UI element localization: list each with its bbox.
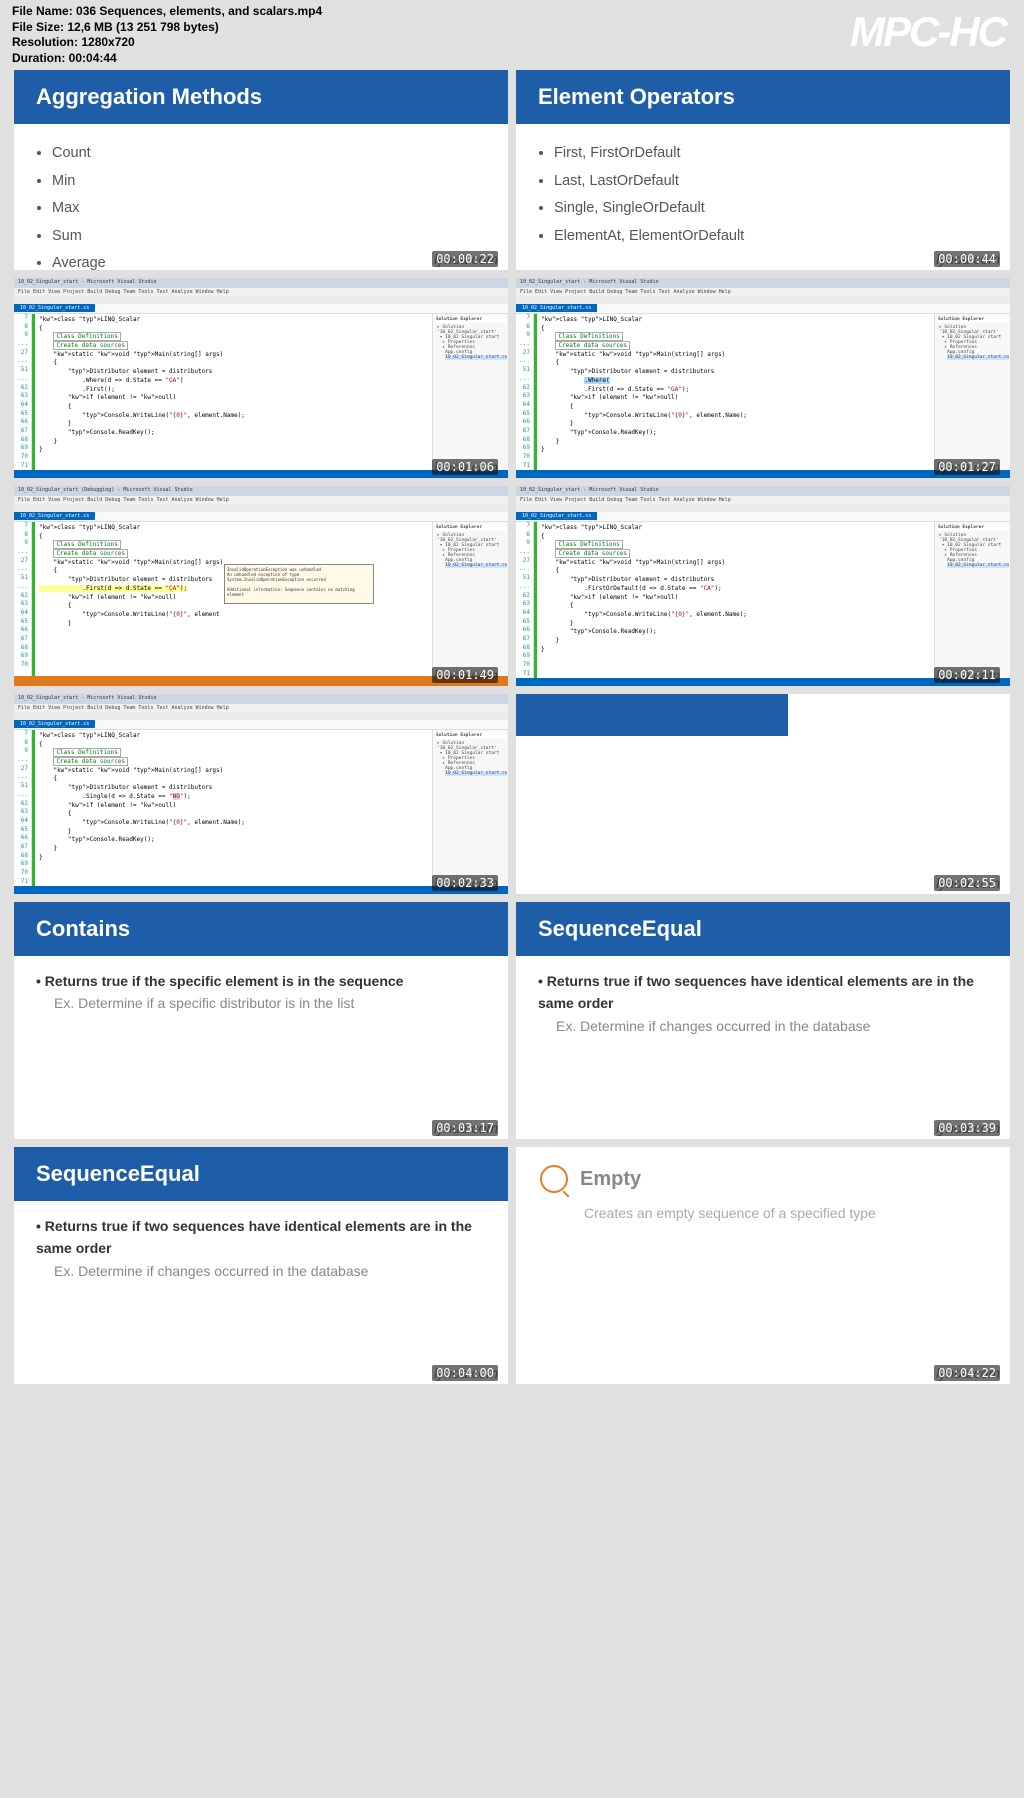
line-numbers: 789...27...51...626364656667686970717273… [14, 730, 32, 886]
code-editor: "kw">class "typ">LINQ_Scalar{ Class Defi… [35, 314, 432, 470]
vs-menubar: File Edit View Project Build Debug Team … [14, 704, 508, 712]
list-item: Count [52, 140, 480, 168]
vs-toolbar [14, 504, 508, 512]
line-numbers: 789...27...51...626364656667686970717273… [516, 522, 534, 678]
timestamp-badge: 00:01:49 [432, 667, 498, 683]
slide-title: Element Operators [516, 70, 1010, 124]
vs-menubar: File Edit View Project Build Debug Team … [14, 288, 508, 296]
list-item: Min [52, 168, 480, 196]
vs-toolbar [14, 296, 508, 304]
vs-code-thumbnail: 10_02_Singular_start - Microsoft Visual … [516, 486, 1010, 686]
thumbnail-cell[interactable]: SequenceEqual • Returns true if two sequ… [14, 1147, 508, 1384]
timestamp-badge: 00:00:22 [432, 251, 498, 267]
timestamp-badge: 00:04:00 [432, 1365, 498, 1381]
vs-tabs: 10_02_Singular_start.cs [14, 512, 508, 522]
vs-menubar: File Edit View Project Build Debug Team … [516, 496, 1010, 504]
slide-sub-text: Ex. Determine if a specific distributor … [36, 992, 486, 1014]
timestamp-badge: 00:01:27 [934, 459, 1000, 475]
list-item: First, FirstOrDefault [554, 140, 982, 168]
slide-sub-text: Ex. Determine if changes occurred in the… [538, 1015, 988, 1037]
solution-explorer: Solution Explorer ▸ Solution '10_02_Sing… [934, 314, 1010, 470]
list-item: ElementAt, ElementOrDefault [554, 223, 982, 251]
vs-toolbar [516, 296, 1010, 304]
slide-bold-text: • Returns true if two sequences have ide… [538, 970, 988, 1015]
thumbnail-cell[interactable]: 10_02_Singular_start - Microsoft Visual … [516, 278, 1010, 478]
icon-slide-title: Empty [580, 1168, 641, 1191]
vs-code-thumbnail: 10_02_Singular_start - Microsoft Visual … [14, 278, 508, 478]
solution-explorer: Solution Explorer ▸ Solution '10_02_Sing… [432, 314, 508, 470]
thumbnail-cell[interactable]: lynda.com00:02:55 [516, 694, 1010, 894]
vs-toolbar [14, 712, 508, 720]
solution-explorer: Solution Explorer ▸ Solution '10_02_Sing… [432, 522, 508, 678]
vs-titlebar: 10_02_Singular_start (Debugging) - Micro… [14, 486, 508, 496]
vs-tabs: 10_02_Singular_start.cs [14, 720, 508, 730]
thumbnail-cell[interactable]: Aggregation Methods CountMinMaxSumAverage… [14, 70, 508, 270]
partial-slide-header [516, 694, 788, 736]
timestamp-badge: 00:02:55 [934, 875, 1000, 891]
vs-tabs: 10_02_Singular_start.cs [516, 304, 1010, 314]
thumbnail-cell[interactable]: 10_02_Singular_start - Microsoft Visual … [516, 486, 1010, 686]
timestamp-badge: 00:02:11 [934, 667, 1000, 683]
timestamp-badge: 00:01:06 [432, 459, 498, 475]
thumbnail-cell[interactable]: Empty Creates an empty sequence of a spe… [516, 1147, 1010, 1384]
code-editor: "kw">class "typ">LINQ_Scalar{ Class Defi… [537, 314, 934, 470]
thumbnail-cell[interactable]: 10_02_Singular_start - Microsoft Visual … [14, 694, 508, 894]
list-item: Average [52, 250, 480, 270]
line-numbers: 789...27...51...626364656667686970 [14, 522, 32, 678]
vs-titlebar: 10_02_Singular_start - Microsoft Visual … [516, 278, 1010, 288]
slide-bold-text: • Returns true if two sequences have ide… [36, 1215, 486, 1260]
vs-code-thumbnail: 10_02_Singular_start (Debugging) - Micro… [14, 486, 508, 686]
solution-explorer: Solution Explorer ▸ Solution '10_02_Sing… [934, 522, 1010, 678]
vs-menubar: File Edit View Project Build Debug Team … [14, 496, 508, 504]
slide-title: SequenceEqual [14, 1147, 508, 1201]
vs-titlebar: 10_02_Singular_start - Microsoft Visual … [14, 694, 508, 704]
list-item: Single, SingleOrDefault [554, 195, 982, 223]
slide-bold-text: • Returns true if the specific element i… [36, 970, 486, 992]
timestamp-badge: 00:00:44 [934, 251, 1000, 267]
vs-menubar: File Edit View Project Build Debug Team … [516, 288, 1010, 296]
solution-explorer: Solution Explorer ▸ Solution '10_02_Sing… [432, 730, 508, 886]
exception-tooltip: InvalidOperationException was unhandledA… [224, 564, 374, 604]
timestamp-badge: 00:02:33 [432, 875, 498, 891]
code-editor: "kw">class "typ">LINQ_Scalar{ Class Defi… [35, 730, 432, 886]
line-numbers: 789...27...51...626364656667686970717273… [516, 314, 534, 470]
vs-titlebar: 10_02_Singular_start - Microsoft Visual … [14, 278, 508, 288]
vs-code-thumbnail: 10_02_Singular_start - Microsoft Visual … [14, 694, 508, 894]
file-metadata: File Name: 036 Sequences, elements, and … [12, 4, 322, 66]
thumbnail-cell[interactable]: 10_02_Singular_start - Microsoft Visual … [14, 278, 508, 478]
vs-titlebar: 10_02_Singular_start - Microsoft Visual … [516, 486, 1010, 496]
list-item: Sum [52, 223, 480, 251]
slide-title: Contains [14, 902, 508, 956]
slide-title: Aggregation Methods [14, 70, 508, 124]
line-numbers: 789...27...51...626364656667686970717273… [14, 314, 32, 470]
timestamp-badge: 00:04:22 [934, 1365, 1000, 1381]
timestamp-badge: 00:03:39 [934, 1120, 1000, 1136]
vs-code-thumbnail: 10_02_Singular_start - Microsoft Visual … [516, 278, 1010, 478]
thumbnail-cell[interactable]: Element Operators First, FirstOrDefaultLa… [516, 70, 1010, 270]
timestamp-badge: 00:03:17 [432, 1120, 498, 1136]
slide-sub-text: Ex. Determine if changes occurred in the… [36, 1260, 486, 1282]
thumbnail-cell[interactable]: Contains • Returns true if the specific … [14, 902, 508, 1139]
thumbnail-cell[interactable]: 10_02_Singular_start (Debugging) - Micro… [14, 486, 508, 686]
list-item: Max [52, 195, 480, 223]
vs-toolbar [516, 504, 1010, 512]
icon-slide-subtitle: Creates an empty sequence of a specified… [584, 1205, 986, 1221]
slide-title: SequenceEqual [516, 902, 1010, 956]
thumbnail-cell[interactable]: SequenceEqual • Returns true if two sequ… [516, 902, 1010, 1139]
vs-tabs: 10_02_Singular_start.cs [516, 512, 1010, 522]
magnify-icon [540, 1165, 568, 1193]
list-item: Last, LastOrDefault [554, 168, 982, 196]
mpc-hc-logo: MPC-HC [850, 8, 1006, 56]
vs-tabs: 10_02_Singular_start.cs [14, 304, 508, 314]
code-editor: "kw">class "typ">LINQ_Scalar{ Class Defi… [537, 522, 934, 678]
